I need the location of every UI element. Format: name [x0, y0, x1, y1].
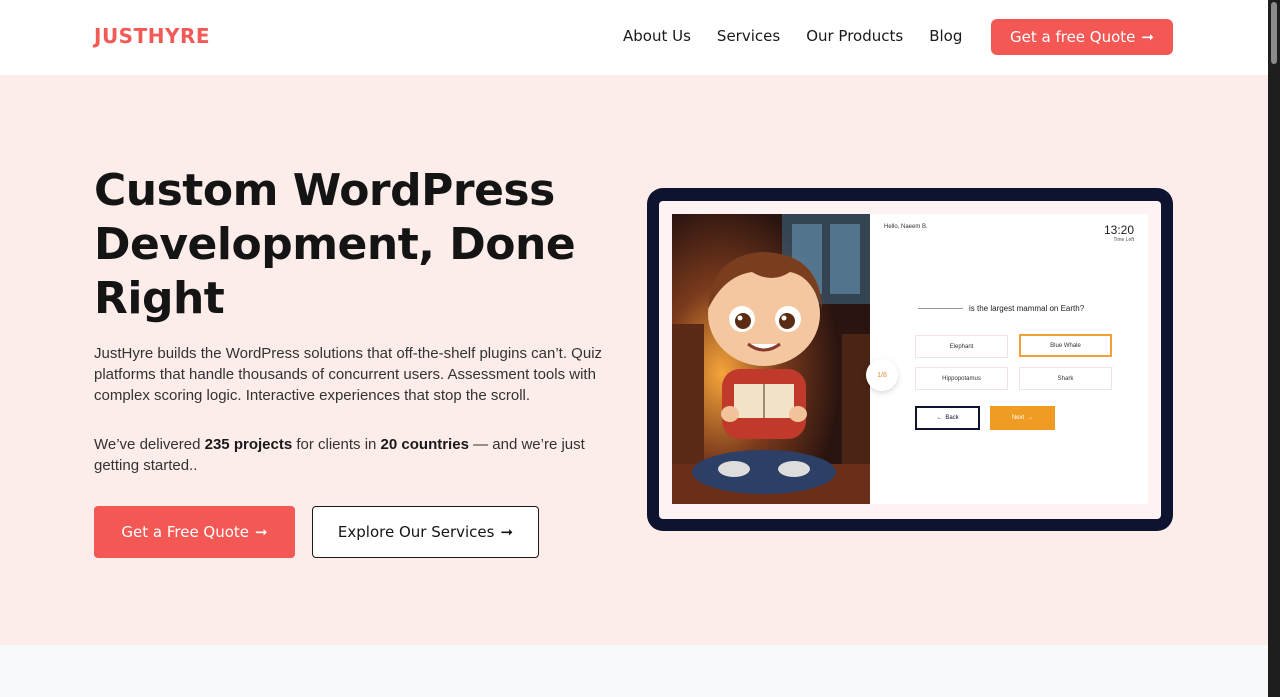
page-scrollbar[interactable]	[1268, 0, 1280, 697]
nav-about-us[interactable]: About Us	[623, 27, 691, 45]
quiz-panel: Hello, Naeem B. 13:20 Time Left is the l…	[870, 214, 1148, 504]
hero-description: JustHyre builds the WordPress solutions …	[94, 345, 603, 404]
logo[interactable]: JUSTHYRE	[94, 24, 210, 48]
timer-value: 13:20	[1103, 223, 1134, 237]
stats-projects: 235 projects	[204, 436, 293, 453]
arrow-right-icon: ➞	[500, 523, 514, 541]
back-label: Back	[945, 415, 959, 421]
option-elephant[interactable]: Elephant	[915, 335, 1008, 358]
arrow-right-icon: ➞	[1141, 28, 1154, 46]
quiz-next-button[interactable]: Next →	[990, 406, 1055, 430]
greeting-text: Hello, Naeem B.	[884, 224, 928, 230]
site-header: JUSTHYRE About Us Services Our Products …	[0, 0, 1268, 75]
hero-section: Custom WordPress Development, Done Right…	[0, 75, 1268, 645]
quiz-timer: 13:20 Time Left	[1104, 223, 1134, 243]
stats-countries: 20 countries	[380, 436, 469, 453]
timer-label: Time Left	[1113, 237, 1134, 243]
arrow-right-icon: →	[1027, 415, 1034, 421]
quiz-progress-indicator: 1/8	[866, 359, 898, 391]
cartoon-boy-reading-illustration	[672, 214, 870, 504]
main-nav: About Us Services Our Products Blog	[623, 27, 962, 45]
hero-title: Custom WordPress Development, Done Right	[94, 165, 576, 324]
hero-stats: We’ve delivered 235 projects for clients…	[94, 434, 594, 476]
hero-primary-label: Get a Free Quote	[121, 523, 250, 541]
nav-our-products[interactable]: Our Products	[806, 27, 903, 45]
nav-services[interactable]: Services	[717, 27, 780, 45]
get-free-quote-button[interactable]: Get a free Quote ➞	[991, 19, 1173, 55]
explore-services-button[interactable]: Explore Our Services ➞	[312, 506, 539, 558]
hero-get-free-quote-button[interactable]: Get a Free Quote ➞	[94, 506, 295, 558]
quiz-question: is the largest mammal on Earth?	[918, 304, 1084, 313]
question-text: is the largest mammal on Earth?	[969, 304, 1085, 313]
scrollbar-thumb[interactable]	[1271, 2, 1277, 64]
next-label: Next	[1011, 415, 1025, 421]
hero-secondary-label: Explore Our Services	[337, 523, 495, 541]
tablet-screen: Hello, Naeem B. 13:20 Time Left is the l…	[659, 201, 1161, 519]
option-hippopotamus[interactable]: Hippopotamus	[915, 367, 1008, 390]
tablet-mockup: Hello, Naeem B. 13:20 Time Left is the l…	[647, 188, 1173, 531]
quiz-back-button[interactable]: ← Back	[915, 406, 980, 430]
option-blue-whale[interactable]: Blue Whale	[1019, 334, 1112, 357]
arrow-right-icon: ➞	[255, 523, 268, 541]
stats-middle: for clients in	[292, 436, 381, 453]
question-blank	[918, 308, 963, 309]
stats-prefix: We’ve delivered	[94, 436, 205, 453]
get-free-quote-label: Get a free Quote	[1010, 28, 1136, 46]
next-section-preview	[0, 645, 1268, 697]
option-shark[interactable]: Shark	[1019, 367, 1112, 390]
arrow-left-icon: ←	[936, 415, 943, 421]
nav-blog[interactable]: Blog	[929, 27, 962, 45]
